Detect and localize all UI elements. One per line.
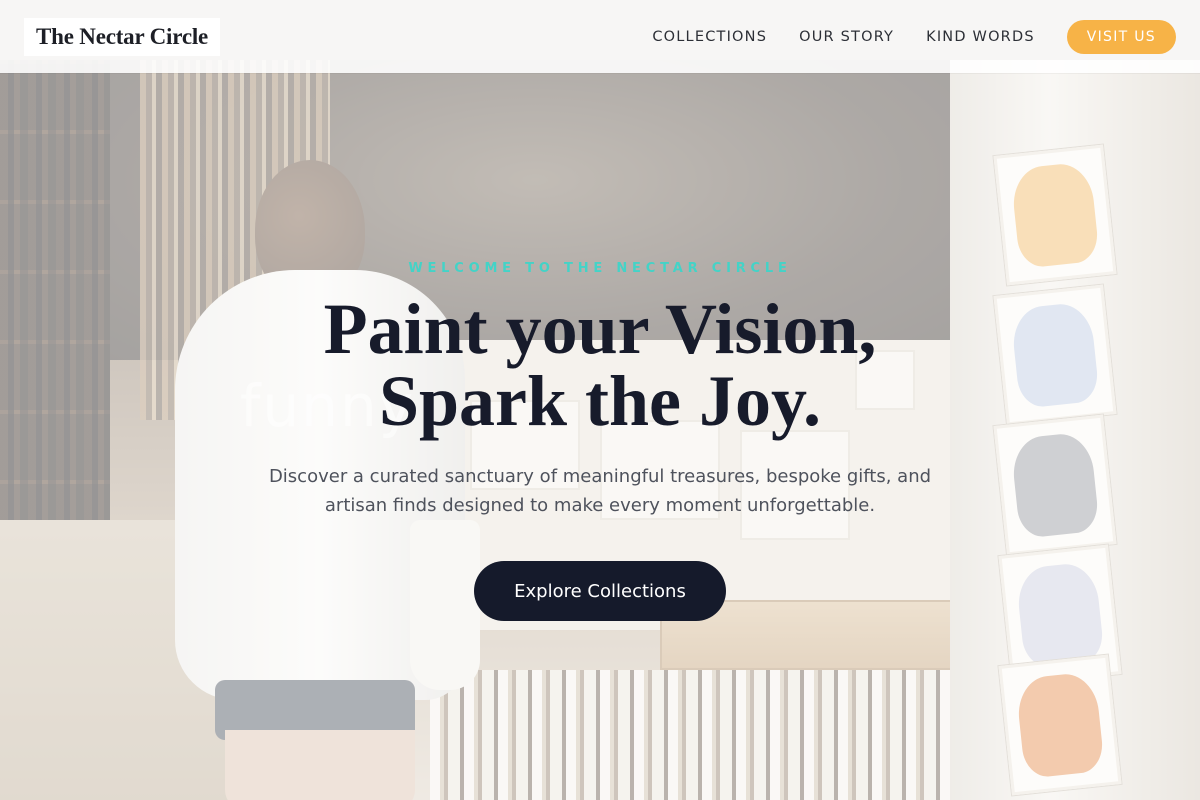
hero-headline: Paint your Vision, Spark the Joy. (0, 293, 1200, 437)
hero-subtext: Discover a curated sanctuary of meaningf… (268, 466, 932, 516)
nav-link-kind-words[interactable]: KIND WORDS (926, 29, 1035, 45)
headline-line-1: Paint your Vision, (323, 289, 877, 369)
nav-link-collections[interactable]: COLLECTIONS (652, 29, 767, 45)
hero-section: WELCOME TO THE NECTAR CIRCLE Paint your … (0, 73, 1200, 800)
main-nav: COLLECTIONS OUR STORY KIND WORDS VISIT U… (620, 19, 1176, 54)
visit-us-button[interactable]: VISIT US (1066, 19, 1176, 54)
hero-eyebrow: WELCOME TO THE NECTAR CIRCLE (408, 261, 792, 276)
site-header: The Nectar Circle COLLECTIONS OUR STORY … (0, 0, 1200, 73)
brand-logo[interactable]: The Nectar Circle (24, 17, 221, 56)
headline-line-2: Spark the Joy. (378, 361, 822, 441)
nav-link-our-story[interactable]: OUR STORY (799, 29, 894, 45)
explore-collections-button[interactable]: Explore Collections (474, 561, 726, 621)
